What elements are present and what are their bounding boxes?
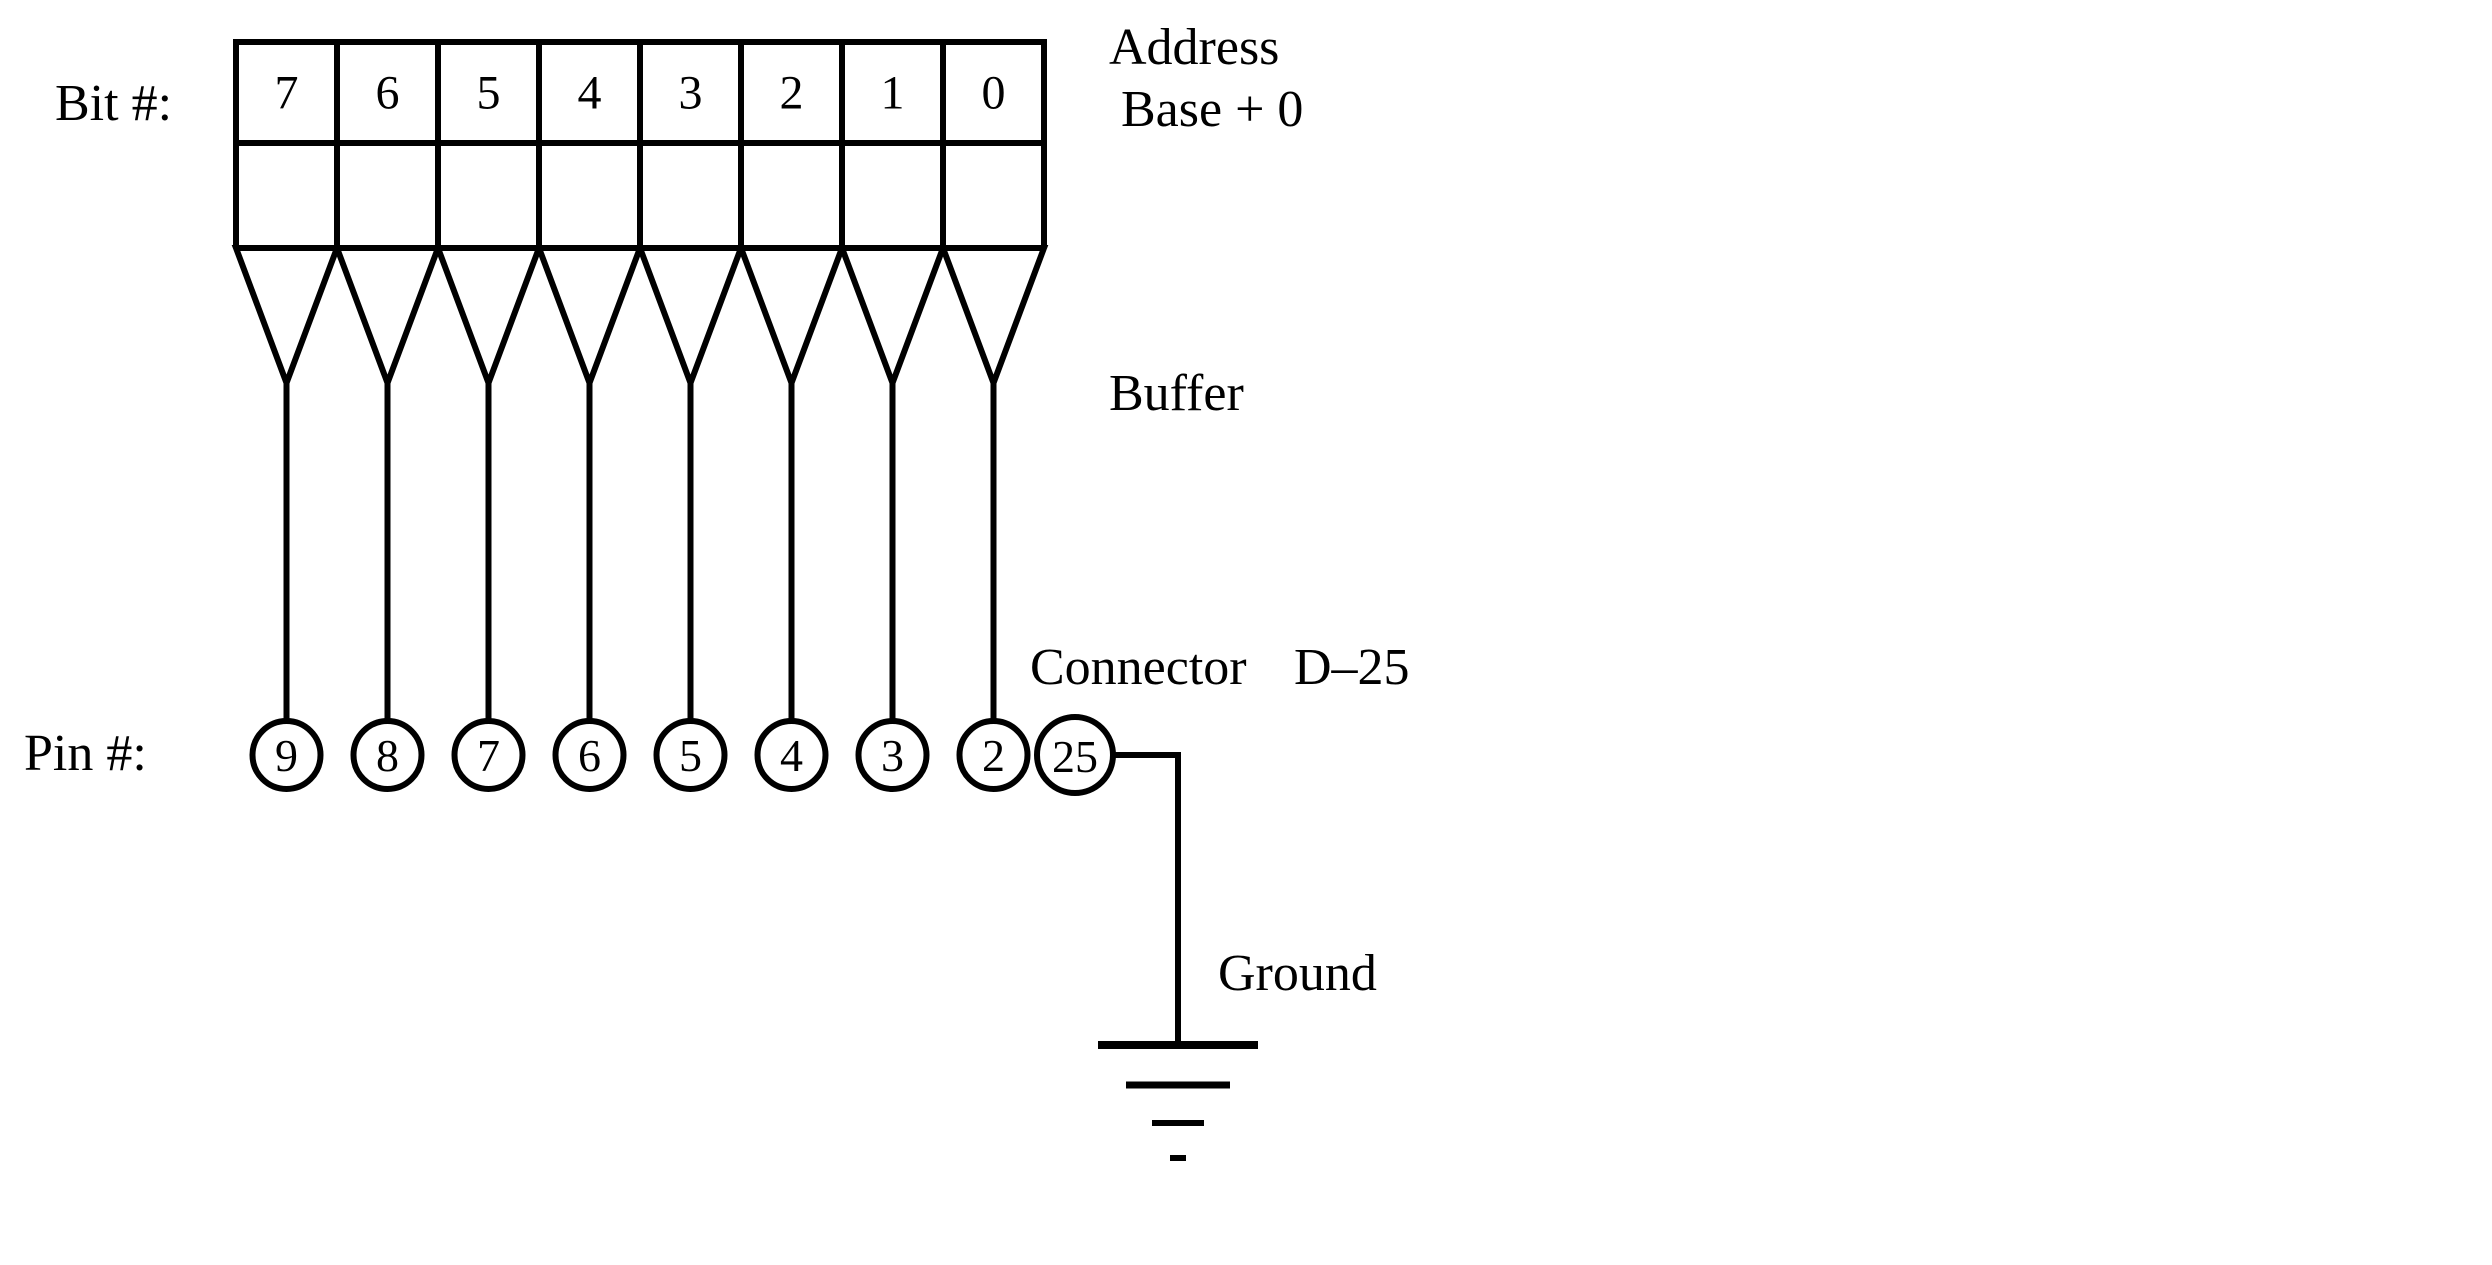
parallel-port-diagram: Bit #: Address Base + 0 76543210 Buffer … (0, 0, 2492, 1265)
buffer-triangle (943, 248, 1044, 383)
buffer-triangle (842, 248, 943, 383)
ground-label: Ground (1218, 945, 1377, 1002)
address-label-line2: Base + 0 (1121, 81, 1303, 138)
connector-type-label: D–25 (1294, 639, 1410, 696)
buffer-triangle (741, 248, 842, 383)
buffer-row (236, 248, 1044, 383)
bit-number: 0 (982, 67, 1006, 120)
pin-number: 3 (881, 730, 904, 781)
pin-number: 9 (275, 730, 298, 781)
address-label-line1: Address (1109, 19, 1279, 76)
pin-number: 4 (780, 730, 803, 781)
bit-number: 6 (376, 67, 400, 120)
buffer-triangle (337, 248, 438, 383)
pin-number: 5 (679, 730, 702, 781)
pin-number: 2 (982, 730, 1005, 781)
ground-pin: 25 (1037, 717, 1113, 793)
bit-row-label: Bit #: (55, 75, 172, 132)
wire-segment-boxes (236, 143, 1044, 248)
bit-number: 1 (881, 67, 905, 120)
bit-number: 7 (275, 67, 299, 120)
pin-number: 6 (578, 730, 601, 781)
pin-number: 7 (477, 730, 500, 781)
bit-number: 3 (679, 67, 703, 120)
pin-number: 8 (376, 730, 399, 781)
bit-number: 5 (477, 67, 501, 120)
pin-circles: 9 8 7 6 5 4 3 2 (253, 721, 1028, 789)
ground-pin-number: 25 (1052, 731, 1098, 782)
pin-row-label: Pin #: (24, 725, 147, 782)
buffer-triangle (640, 248, 741, 383)
buffer-label: Buffer (1109, 365, 1244, 422)
bit-number: 4 (578, 67, 602, 120)
buffer-triangle (539, 248, 640, 383)
connector-label: Connector (1030, 639, 1247, 696)
buffer-triangle (438, 248, 539, 383)
buffer-to-pin-wires (287, 383, 994, 721)
bit-number: 2 (780, 67, 804, 120)
bit-register: 7 6 5 4 3 2 1 0 (236, 42, 1044, 143)
buffer-triangle (236, 248, 337, 383)
